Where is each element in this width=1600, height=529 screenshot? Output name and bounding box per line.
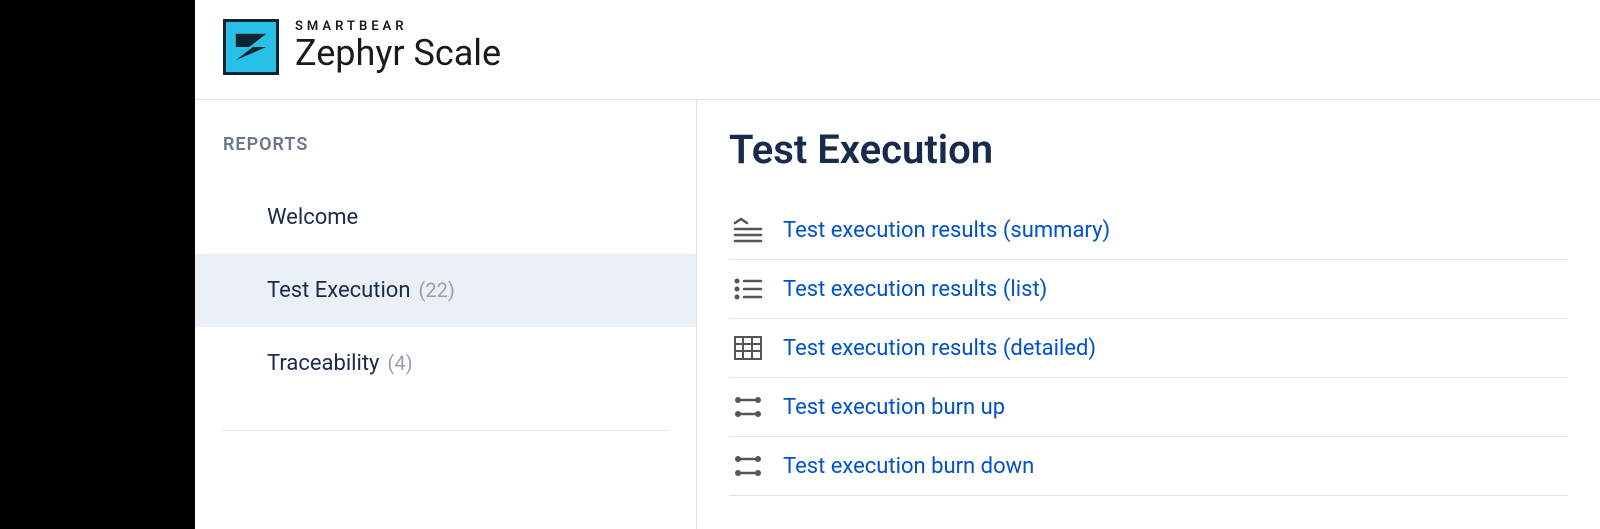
report-item-burn-up[interactable]: Test execution burn up <box>729 378 1568 437</box>
report-link-label: Test execution burn down <box>783 454 1034 479</box>
report-link-label: Test execution results (summary) <box>783 218 1110 243</box>
app-header: SMARTBEAR Zephyr Scale <box>195 0 1600 100</box>
sidebar-item-test-execution[interactable]: Test Execution (22) <box>195 254 696 327</box>
brand-text: SMARTBEAR Zephyr Scale <box>295 20 501 73</box>
sidebar-item-label: Traceability <box>267 351 379 376</box>
sidebar-section-title: REPORTS <box>195 134 696 181</box>
left-black-strip <box>0 0 195 529</box>
sidebar-item-count: (22) <box>419 278 455 302</box>
grid-icon <box>733 335 763 361</box>
sidebar: REPORTS Welcome Test Execution (22) Trac… <box>195 100 697 529</box>
burnup-icon <box>733 394 763 420</box>
sidebar-divider <box>223 430 668 431</box>
content-area: REPORTS Welcome Test Execution (22) Trac… <box>195 100 1600 529</box>
report-item-burn-down[interactable]: Test execution burn down <box>729 437 1568 496</box>
sidebar-item-label: Test Execution <box>267 278 411 303</box>
app-container: SMARTBEAR Zephyr Scale REPORTS Welcome T… <box>195 0 1600 529</box>
sidebar-item-label: Welcome <box>267 205 358 230</box>
main-panel: Test Execution Test execut <box>697 100 1600 529</box>
report-link-label: Test execution results (list) <box>783 277 1047 302</box>
report-item-summary[interactable]: Test execution results (summary) <box>729 201 1568 260</box>
sidebar-item-count: (4) <box>387 351 412 375</box>
summary-chart-icon <box>733 217 763 243</box>
report-item-detailed[interactable]: Test execution results (detailed) <box>729 319 1568 378</box>
burndown-icon <box>733 453 763 479</box>
zephyr-logo-icon <box>232 28 270 66</box>
brand-logo <box>223 19 279 75</box>
report-link-label: Test execution results (detailed) <box>783 336 1096 361</box>
report-item-list[interactable]: Test execution results (list) <box>729 260 1568 319</box>
sidebar-item-welcome[interactable]: Welcome <box>195 181 696 254</box>
page-title: Test Execution <box>729 126 1568 173</box>
brand-product-name: Zephyr Scale <box>295 35 501 73</box>
report-link-label: Test execution burn up <box>783 395 1005 420</box>
list-icon <box>733 276 763 302</box>
report-list: Test execution results (summary) <box>729 201 1568 496</box>
brand-top-label: SMARTBEAR <box>295 20 501 34</box>
sidebar-item-traceability[interactable]: Traceability (4) <box>195 327 696 400</box>
